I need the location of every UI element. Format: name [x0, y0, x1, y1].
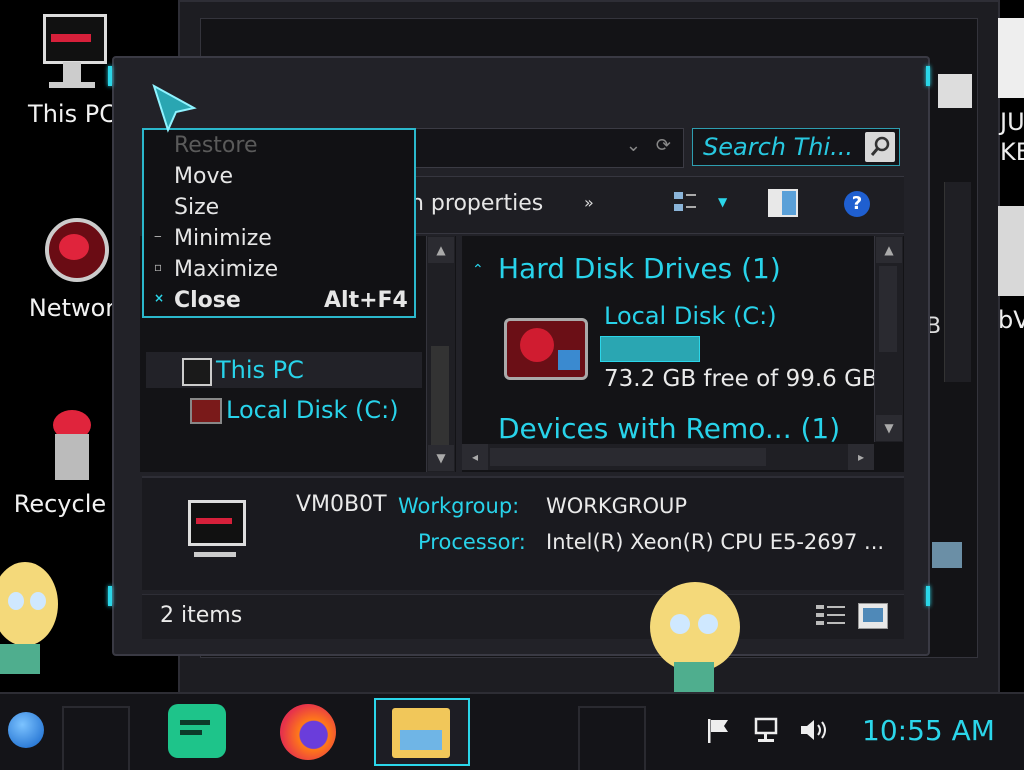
this-pc-icon — [182, 358, 212, 386]
right-desktop-label: JU — [1000, 108, 1024, 136]
taskbar-slot — [578, 706, 646, 770]
network-tray-icon[interactable] — [752, 716, 780, 744]
processor-label: Processor: — [418, 530, 526, 554]
drive-usage-fill — [601, 337, 699, 361]
workgroup-value: WORKGROUP — [546, 494, 688, 518]
right-desktop-label: bV — [998, 306, 1024, 334]
firefox-icon[interactable] — [280, 704, 336, 760]
nav-item-this-pc[interactable]: This PC — [146, 352, 422, 388]
collapse-icon[interactable]: ⌃ — [472, 262, 484, 278]
window-glow — [926, 586, 930, 606]
nav-item-label: This PC — [216, 356, 304, 384]
scroll-thumb[interactable] — [879, 266, 897, 352]
menu-item-label: Move — [174, 164, 233, 189]
scroll-down-button[interactable]: ▼ — [428, 445, 454, 471]
change-view-icon[interactable] — [672, 189, 698, 215]
drive-usage-bar — [600, 336, 700, 362]
refresh-icon[interactable]: ⟳ — [656, 135, 671, 156]
file-explorer-taskbar-button[interactable] — [374, 698, 470, 766]
minimize-icon: ‒ — [154, 229, 162, 243]
scroll-thumb[interactable] — [431, 346, 449, 446]
drive-name[interactable]: Local Disk (C:) — [604, 302, 777, 330]
menu-item-label: Maximize — [174, 257, 279, 282]
menu-item-move[interactable]: Move — [144, 163, 414, 194]
search-icon[interactable] — [865, 132, 895, 162]
scroll-down-button[interactable]: ▼ — [876, 415, 902, 441]
workgroup-label: Workgroup: — [398, 494, 520, 518]
properties-button[interactable]: n properties — [410, 191, 543, 216]
processor-value: Intel(R) Xeon(R) CPU E5-2697 ... — [546, 530, 885, 554]
more-commands-button[interactable]: » — [584, 193, 594, 212]
nav-scrollbar[interactable]: ▲ ▼ — [426, 236, 455, 472]
alienware-monitor-icon — [37, 10, 107, 100]
window-context-menu: Restore Move Size ‒ Minimize ▫ Maximize … — [142, 128, 416, 318]
scroll-up-button[interactable]: ▲ — [876, 237, 902, 263]
menu-item-close[interactable]: × Close Alt+F4 — [144, 287, 414, 318]
close-icon: × — [154, 291, 165, 305]
recycle-bin-icon — [37, 404, 107, 490]
window-glow — [108, 66, 112, 86]
window-glow — [108, 586, 112, 606]
address-bar[interactable]: ⌄ ⟳ — [412, 128, 684, 168]
nav-item-local-disk[interactable]: Local Disk (C:) — [180, 392, 426, 428]
search-box[interactable]: Search Thi... — [692, 128, 900, 166]
menu-item-label: Size — [174, 195, 220, 220]
menu-item-size[interactable]: Size — [144, 194, 414, 225]
star-character-left — [0, 556, 64, 676]
right-desktop-label: KE — [1000, 138, 1024, 166]
file-explorer-icon — [392, 708, 450, 758]
content-scrollbar[interactable]: ▲ ▼ — [874, 236, 903, 442]
window-glow — [926, 66, 930, 86]
section-header-hard-disk[interactable]: Hard Disk Drives (1) — [498, 252, 781, 285]
back-scrollbar[interactable] — [944, 182, 971, 382]
back-view-icon[interactable] — [932, 542, 962, 568]
command-bar: n properties » ▼ ? — [410, 176, 904, 234]
menu-item-minimize[interactable]: ‒ Minimize — [144, 225, 414, 256]
menu-item-shortcut: Alt+F4 — [324, 288, 408, 313]
flag-icon[interactable] — [704, 716, 732, 744]
status-bar: 2 items — [142, 594, 904, 639]
star-character-mascot — [644, 570, 744, 694]
view-dropdown-icon[interactable]: ▼ — [718, 195, 727, 209]
right-desktop-icon-1[interactable] — [998, 18, 1024, 98]
right-desktop-icon-2[interactable] — [998, 206, 1024, 296]
help-icon[interactable]: ? — [844, 191, 870, 217]
maximize-icon: ▫ — [154, 260, 163, 274]
details-view-icon[interactable] — [816, 603, 846, 631]
chevron-down-icon[interactable]: ⌄ — [626, 135, 641, 156]
menu-item-label: Close — [174, 288, 241, 313]
scroll-up-button[interactable]: ▲ — [428, 237, 454, 263]
large-icons-view-icon[interactable] — [858, 603, 888, 629]
drive-c-icon[interactable] — [500, 310, 590, 384]
taskbar-clock[interactable]: 10:55 AM — [862, 714, 995, 747]
start-orb-icon[interactable] — [8, 712, 44, 748]
menu-item-label: Minimize — [174, 226, 272, 251]
menu-item-maximize[interactable]: ▫ Maximize — [144, 256, 414, 287]
content-hscrollbar[interactable]: ◂ ▸ — [462, 444, 874, 470]
preview-pane-icon[interactable] — [768, 189, 798, 217]
drive-free-space: 73.2 GB free of 99.6 GB — [604, 366, 878, 392]
volume-icon[interactable] — [798, 716, 830, 744]
mouse-cursor-icon — [152, 83, 198, 140]
details-pane: VM0B0T Workgroup: WORKGROUP Processor: I… — [142, 476, 904, 590]
computer-icon — [186, 496, 246, 566]
scroll-right-button[interactable]: ▸ — [848, 444, 874, 470]
nav-item-label: Local Disk (C:) — [226, 396, 399, 424]
computer-name: VM0B0T — [296, 492, 387, 517]
items-count: 2 items — [160, 603, 243, 628]
search-input[interactable]: Search Thi... — [703, 133, 853, 161]
section-header-devices[interactable]: Devices with Remo... (1) — [498, 412, 840, 445]
taskbar-slot — [62, 706, 130, 770]
back-search-icon[interactable] — [938, 74, 972, 108]
hscroll-thumb[interactable] — [490, 448, 766, 466]
scroll-left-button[interactable]: ◂ — [462, 444, 488, 470]
notes-app-icon[interactable] — [168, 704, 226, 758]
network-icon — [37, 210, 109, 294]
local-disk-icon — [190, 398, 222, 424]
